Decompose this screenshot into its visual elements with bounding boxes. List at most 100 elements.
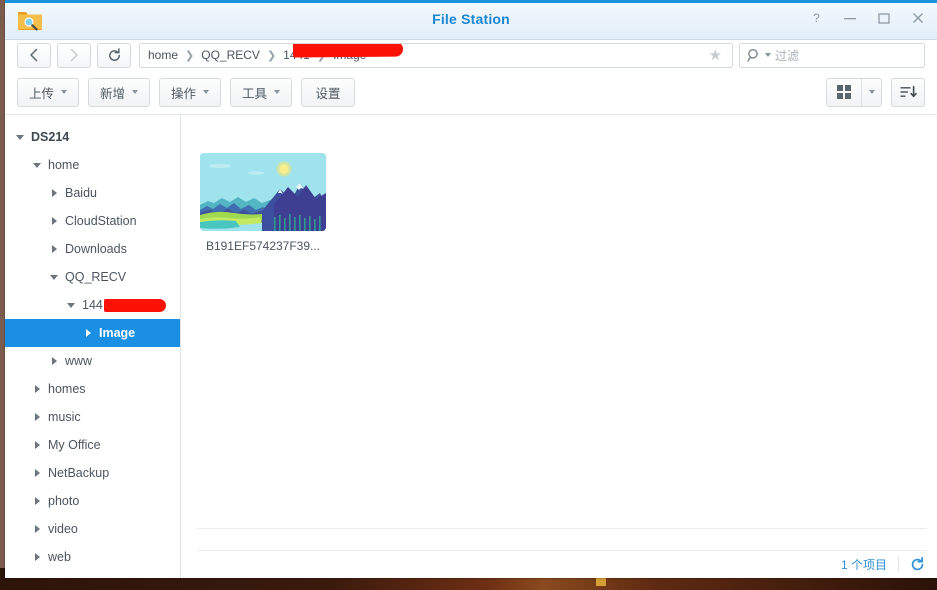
- chevron-down-icon[interactable]: [13, 134, 27, 140]
- chevron-down-icon[interactable]: [861, 78, 881, 106]
- sidebar-tree: DS214 home Baidu CloudStation Downloads QQ_RE…: [5, 115, 181, 578]
- separator-line: [197, 550, 927, 551]
- chevron-right-icon[interactable]: [47, 189, 61, 197]
- chevron-down-icon: [132, 90, 139, 94]
- create-button[interactable]: 新增: [88, 77, 151, 107]
- breadcrumb-separator: ❯: [266, 49, 277, 62]
- chevron-right-icon[interactable]: [30, 497, 44, 505]
- upload-button-label: 上传: [29, 86, 55, 101]
- sidebar-item-label: music: [48, 410, 81, 424]
- breadcrumb-separator: ❯: [185, 49, 195, 62]
- file-grid: B191EF574237F39...: [181, 115, 937, 550]
- sidebar-item-label: www: [65, 354, 93, 368]
- sidebar-item-label: NetBackup: [48, 466, 110, 480]
- title-bar-accent: [5, 0, 937, 3]
- maximize-button[interactable]: [875, 9, 893, 27]
- sidebar-item-home[interactable]: home: [5, 151, 180, 179]
- sidebar-item-label: DS214: [31, 130, 70, 144]
- search-icon: [747, 49, 758, 62]
- refresh-button[interactable]: [97, 42, 131, 68]
- breadcrumb-item-qq-recv[interactable]: QQ_RECV: [201, 48, 260, 62]
- chevron-right-icon[interactable]: [47, 245, 61, 253]
- chevron-down-icon[interactable]: [765, 53, 771, 57]
- item-count-label: 1 个项目: [840, 557, 887, 572]
- close-button[interactable]: [909, 9, 927, 27]
- tools-button[interactable]: 工具: [230, 77, 293, 107]
- sidebar-item-my-office[interactable]: My Office: [5, 431, 180, 459]
- help-button[interactable]: ?: [807, 9, 825, 27]
- back-button[interactable]: [17, 42, 51, 68]
- action-button-label: 操作: [171, 86, 197, 101]
- content-pane: B191EF574237F39... 1 个项目: [181, 115, 937, 578]
- svg-text:?: ?: [813, 11, 820, 25]
- sidebar-item-qq-recv[interactable]: QQ_RECV: [5, 263, 180, 291]
- chevron-down-icon: [203, 90, 210, 94]
- view-mode-control[interactable]: [826, 77, 882, 107]
- sidebar-item-144[interactable]: 144: [5, 291, 180, 319]
- sidebar-item-label: My Office: [48, 438, 101, 452]
- sidebar-item-label: homes: [48, 382, 86, 396]
- sidebar-item-label: video: [48, 522, 78, 536]
- sort-descending-icon[interactable]: [891, 77, 925, 107]
- sidebar-item-label: CloudStation: [65, 214, 137, 228]
- sidebar-item-web[interactable]: web: [5, 543, 180, 571]
- search-input[interactable]: 过滤: [739, 42, 925, 68]
- settings-button-label: 设置: [315, 86, 341, 101]
- breadcrumb-item-home[interactable]: home: [148, 48, 178, 62]
- sidebar-item-label: web: [48, 550, 71, 564]
- chevron-down-icon[interactable]: [64, 302, 78, 308]
- minimize-button[interactable]: [841, 9, 859, 27]
- forward-button[interactable]: [57, 42, 91, 68]
- action-button[interactable]: 操作: [159, 77, 222, 107]
- file-station-window: File Station ? home ❯ QQ_RECV ❯ ★ 过滤 上传 …: [5, 0, 937, 578]
- settings-button[interactable]: 设置: [301, 77, 356, 107]
- toolbar-right-group: [826, 77, 925, 107]
- sidebar-item-video[interactable]: video: [5, 515, 180, 543]
- breadcrumb-item-redacted[interactable]: 1441: [283, 43, 404, 62]
- chevron-down-icon[interactable]: [30, 162, 44, 168]
- search-placeholder: 过滤: [775, 48, 800, 63]
- sidebar-item-label: home: [48, 158, 80, 172]
- separator-line: [197, 528, 927, 529]
- sidebar-item-baidu[interactable]: Baidu: [5, 179, 180, 207]
- sidebar-item-label: 144: [82, 298, 103, 312]
- status-divider: [898, 557, 899, 571]
- sidebar-item-homes[interactable]: homes: [5, 375, 180, 403]
- chevron-right-icon[interactable]: [30, 469, 44, 477]
- sidebar-item-downloads[interactable]: Downloads: [5, 235, 180, 263]
- chevron-right-icon[interactable]: [47, 357, 61, 365]
- breadcrumb[interactable]: home ❯ QQ_RECV ❯ 1441 ❯ Image ★: [139, 42, 733, 68]
- upload-button[interactable]: 上传: [17, 77, 80, 107]
- sidebar-item-www[interactable]: www: [5, 347, 180, 375]
- star-icon[interactable]: ★: [709, 46, 724, 64]
- chevron-right-icon[interactable]: [81, 329, 95, 337]
- grid-view-icon[interactable]: [827, 79, 861, 106]
- main-area: DS214 home Baidu CloudStation Downloads QQ_RE…: [5, 114, 937, 578]
- sidebar-item-netbackup[interactable]: NetBackup: [5, 459, 180, 487]
- sidebar-item-label: Downloads: [65, 242, 127, 256]
- chevron-right-icon[interactable]: [47, 217, 61, 225]
- image-thumbnail[interactable]: [200, 153, 326, 231]
- chevron-right-icon[interactable]: [30, 441, 44, 449]
- sidebar-item-ds214[interactable]: DS214: [5, 123, 180, 151]
- sidebar-item-x-lab[interactable]: X-lab: [5, 571, 180, 578]
- sidebar-item-cloudstation[interactable]: CloudStation: [5, 207, 180, 235]
- window-title: File Station: [432, 11, 510, 27]
- chevron-down-icon[interactable]: [47, 274, 61, 280]
- file-item[interactable]: B191EF574237F39...: [197, 149, 329, 257]
- chevron-right-icon[interactable]: [30, 553, 44, 561]
- refresh-icon[interactable]: [910, 556, 925, 572]
- sidebar-item-photo[interactable]: photo: [5, 487, 180, 515]
- sidebar-item-label: photo: [48, 494, 80, 508]
- chevron-right-icon[interactable]: [30, 385, 44, 393]
- sidebar-item-music[interactable]: music: [5, 403, 180, 431]
- chevron-right-icon[interactable]: [30, 525, 44, 533]
- chevron-down-icon: [61, 90, 68, 94]
- toolbar: 上传 新增 操作 工具 设置: [5, 70, 937, 114]
- sidebar-item-image[interactable]: Image: [5, 319, 180, 347]
- file-name-label: B191EF574237F39...: [205, 239, 321, 253]
- redaction-mark: [103, 298, 166, 312]
- redaction-mark: [293, 43, 404, 58]
- chevron-right-icon[interactable]: [30, 413, 44, 421]
- window-controls: ?: [807, 9, 927, 27]
